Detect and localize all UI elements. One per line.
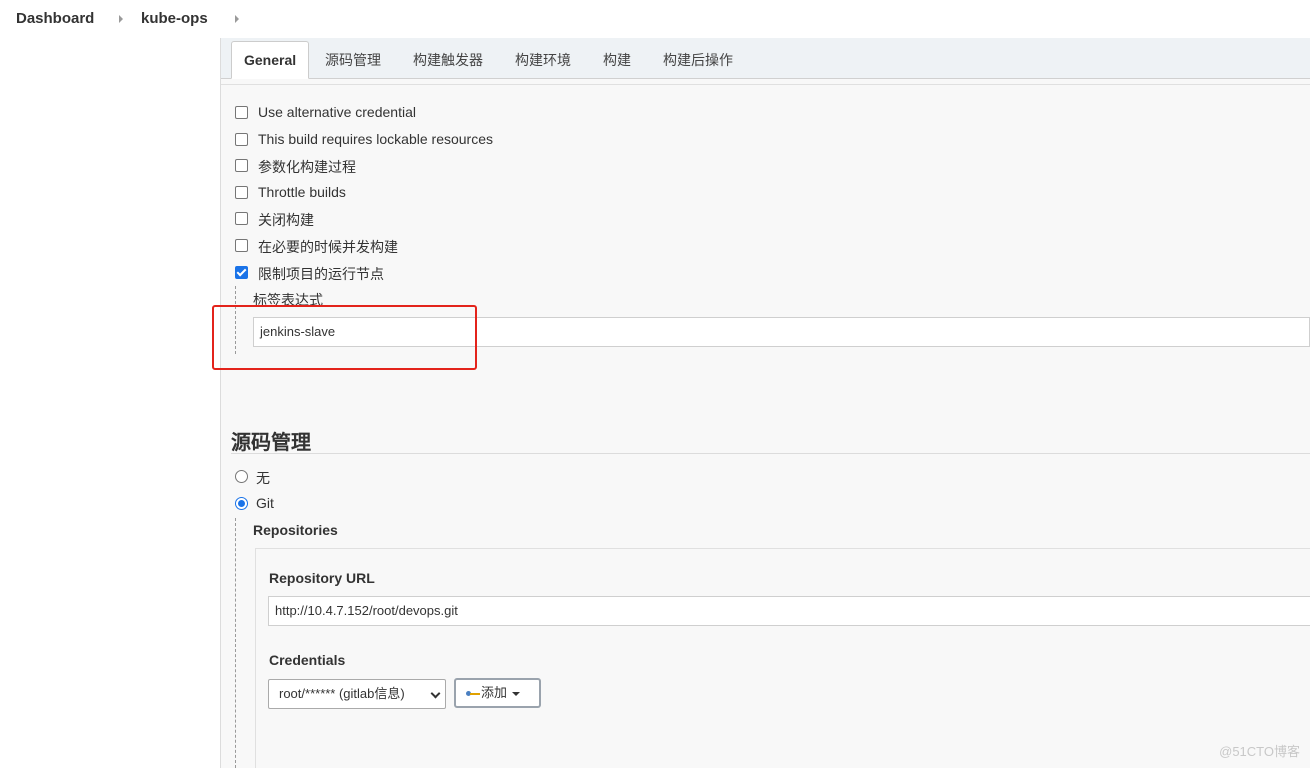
checkbox-concurrent-build[interactable] [235, 239, 248, 252]
option-label: 参数化构建过程 [258, 159, 356, 175]
scm-section-title: 源码管理 [231, 432, 311, 454]
scm-section-divider [231, 453, 1310, 454]
option-label: 限制项目的运行节点 [258, 266, 384, 282]
tab-triggers[interactable]: 构建触发器 [401, 43, 495, 77]
tab-divider [221, 84, 1310, 85]
checkbox-lockable-resources[interactable] [235, 133, 248, 146]
option-label: 关闭构建 [258, 212, 314, 228]
tab-scm[interactable]: 源码管理 [313, 43, 393, 77]
top-bar: Dashboard kube-ops [0, 0, 1310, 38]
config-form: General 源码管理 构建触发器 构建环境 构建 构建后操作 Use alt… [212, 38, 1310, 768]
git-indent-line [235, 518, 236, 768]
tab-build[interactable]: 构建 [591, 43, 643, 77]
repo-url-label: Repository URL [269, 570, 375, 586]
option-label: Throttle builds [258, 184, 346, 200]
tab-build-env[interactable]: 构建环境 [503, 43, 583, 77]
repo-url-input[interactable]: http://10.4.7.152/root/devops.git [268, 596, 1310, 626]
caret-down-icon [512, 691, 521, 696]
breadcrumb-kube-ops[interactable]: kube-ops [141, 10, 208, 27]
watermark: @51CTO博客 [1219, 744, 1300, 759]
checkbox-parameterized[interactable] [235, 159, 248, 172]
option-label: This build requires lockable resources [258, 131, 493, 147]
breadcrumb-dropdown-icon[interactable] [235, 15, 239, 23]
radio-none[interactable] [235, 470, 248, 483]
key-icon [466, 690, 480, 698]
chevron-down-icon [430, 688, 441, 699]
breadcrumb-dashboard[interactable]: Dashboard [16, 10, 94, 27]
left-panel [0, 38, 221, 768]
option-label: Use alternative credential [258, 104, 416, 120]
checkbox-disable-build[interactable] [235, 212, 248, 225]
checkbox-throttle[interactable] [235, 186, 248, 199]
credentials-select[interactable]: root/****** (gitlab信息) [268, 679, 446, 709]
breadcrumb-separator-icon [119, 15, 123, 23]
highlight-box [212, 305, 477, 370]
checkbox-restrict-node[interactable] [235, 266, 248, 279]
tab-bar: General 源码管理 构建触发器 构建环境 构建 构建后操作 [221, 38, 1310, 79]
repository-panel: Repository URL http://10.4.7.152/root/de… [255, 548, 1310, 768]
add-credential-button[interactable]: 添加 [454, 678, 541, 708]
add-button-label: 添加 [481, 685, 508, 700]
tab-general[interactable]: General [231, 41, 310, 79]
credentials-selected-value: root/****** (gitlab信息) [279, 686, 405, 701]
option-label: 无 [256, 470, 270, 486]
option-label: Git [256, 495, 274, 511]
checkbox-alt-credential[interactable] [235, 106, 248, 119]
credentials-label: Credentials [269, 652, 346, 668]
radio-git[interactable] [235, 497, 248, 510]
tab-post-build[interactable]: 构建后操作 [651, 43, 745, 77]
option-label: 在必要的时候并发构建 [258, 239, 398, 255]
repositories-label: Repositories [253, 522, 338, 538]
